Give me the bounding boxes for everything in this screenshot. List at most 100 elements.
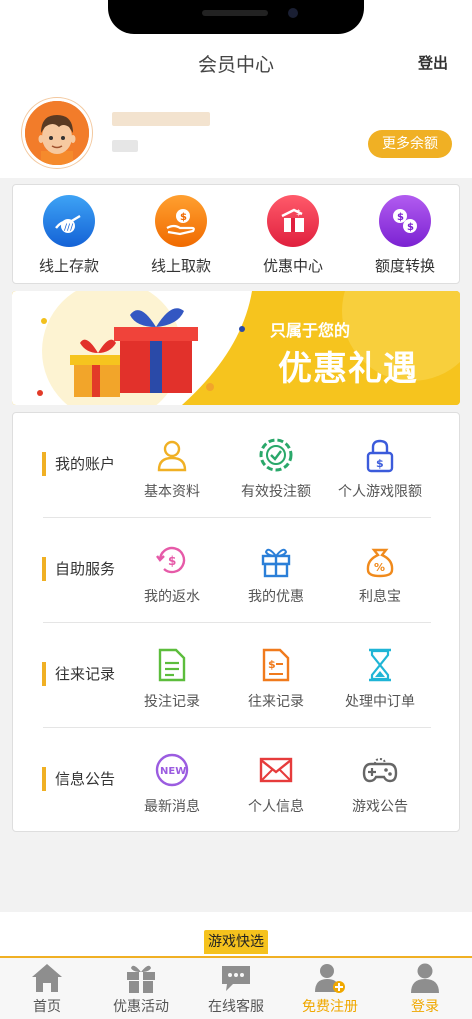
promotion-ticket-icon: $ [267,195,319,247]
new-badge-icon: NEW [152,750,192,790]
section-title: 我的账户 [55,455,116,473]
withdraw-button[interactable]: $ 线上取款 [125,195,237,276]
svg-text:$: $ [268,658,276,671]
promo-center-button[interactable]: $ 优惠中心 [237,195,349,276]
section-title: 往来记录 [55,665,116,683]
tab-label: 首页 [33,999,61,1015]
camera-dot [288,8,298,18]
user-icon [152,435,192,475]
deposit-button[interactable]: /// 线上存款 [13,195,125,276]
section-records: 往来记录 投注记录 $ 往来记录 处理中订单 [13,623,461,727]
menu-item-label: 我的返水 [144,589,200,605]
section-self-service: 自助服务 $ 我的返水 我的优惠 % 利息宝 [13,518,461,622]
svg-text:$: $ [407,222,414,233]
menu-item-label: 处理中订单 [345,694,415,710]
bottom-tab-bar: 首页 优惠活动 在线客服 免费注册 登录 [0,958,472,1019]
user-icon [407,960,443,994]
page-header: 会员中心 登出 [0,36,472,88]
member-menu-card: 我的账户 基本资料 有效投注额 $ 个人游戏限额 自助服务 $ 我的返水 我的优… [12,412,460,832]
menu-item-label: 投注记录 [144,694,200,710]
tab-login[interactable]: 登录 [378,960,472,1016]
menu-item-label: 基本资料 [144,484,200,500]
tab-customer-service[interactable]: 在线客服 [189,960,283,1016]
menu-item-basic-info[interactable]: 基本资料 [117,435,227,501]
transfer-label: 额度转换 [374,257,435,275]
section-announcements: 信息公告 NEW 最新消息 个人信息 游戏公告 [13,728,461,832]
tab-label: 免费注册 [302,999,358,1015]
device-notch [108,0,364,34]
logout-button[interactable]: 登出 [418,52,448,73]
gift-icon [123,960,159,994]
more-balance-button[interactable]: 更多余额 [368,130,452,158]
promo-center-label: 优惠中心 [262,257,323,275]
tab-promotions[interactable]: 优惠活动 [94,960,188,1016]
gift-icon [256,540,296,580]
gamepad-icon [360,750,400,790]
menu-item-label: 个人游戏限额 [338,484,422,500]
balance-redacted [112,140,138,152]
deposit-label: 线上存款 [38,257,99,275]
menu-item-latest-news[interactable]: NEW 最新消息 [117,750,227,816]
menu-item-pending-orders[interactable]: 处理中订单 [325,645,435,711]
section-marker [42,662,46,686]
menu-item-label: 利息宝 [359,589,401,605]
lock-icon: $ [360,435,400,475]
tab-register[interactable]: 免费注册 [283,960,377,1016]
banner-subtitle: 只属于您的 [270,321,351,340]
status-bar [0,0,472,36]
svg-text:$: $ [296,208,301,217]
menu-item-rebate[interactable]: $ 我的返水 [117,540,227,606]
section-title: 自助服务 [55,560,116,578]
svg-text:$: $ [168,554,176,568]
rebate-icon: $ [152,540,192,580]
add-user-icon [312,960,348,994]
quick-actions-card: /// 线上存款 $ 线上取款 $ 优惠中心 $ $ 额度转换 [12,184,460,284]
menu-item-valid-bets[interactable]: 有效投注额 [221,435,331,501]
menu-item-bet-records[interactable]: 投注记录 [117,645,227,711]
menu-item-label: 我的优惠 [248,589,304,605]
tab-label: 登录 [411,999,439,1015]
section-my-account: 我的账户 基本资料 有效投注额 $ 个人游戏限额 [13,413,461,517]
menu-item-game-notices[interactable]: 游戏公告 [325,750,435,816]
tab-home[interactable]: 首页 [0,960,94,1016]
bet-record-icon [152,645,192,685]
menu-item-interest[interactable]: % 利息宝 [325,540,435,606]
svg-text:%: % [374,561,385,574]
home-icon [29,960,65,994]
menu-item-label: 有效投注额 [241,484,311,500]
svg-text:NEW: NEW [160,766,186,777]
promo-banner[interactable]: 只属于您的 优惠礼遇 [12,291,460,405]
mail-icon [256,750,296,790]
svg-text:$: $ [376,457,384,470]
page-title: 会员中心 [197,54,274,76]
money-bag-icon: % [360,540,400,580]
speaker-grille [202,10,268,16]
menu-item-personal-messages[interactable]: 个人信息 [221,750,331,816]
game-quick-select-button[interactable]: 游戏快选 [204,930,268,954]
menu-item-label: 游戏公告 [352,799,408,815]
svg-text:$: $ [180,212,187,223]
menu-item-game-limit[interactable]: $ 个人游戏限额 [325,435,435,501]
tab-label: 优惠活动 [113,999,169,1015]
svg-text:///: /// [64,223,74,233]
section-marker [42,452,46,476]
hourglass-icon [360,645,400,685]
section-marker [42,767,46,791]
avatar[interactable] [22,98,92,168]
banner-title: 优惠礼遇 [278,349,418,389]
tab-label: 在线客服 [208,999,264,1015]
transfer-coins-icon: $ $ [379,195,431,247]
menu-item-label: 个人信息 [248,799,304,815]
profile-panel: 更多余额 [0,88,472,178]
deposit-card-icon: /// [43,195,95,247]
svg-text:$: $ [397,212,404,223]
menu-item-transactions[interactable]: $ 往来记录 [221,645,331,711]
chip-icon [256,435,296,475]
withdraw-coin-icon: $ [155,195,207,247]
section-title: 信息公告 [55,770,116,788]
menu-item-label: 最新消息 [144,799,200,815]
section-marker [42,557,46,581]
menu-item-my-promos[interactable]: 我的优惠 [221,540,331,606]
withdraw-label: 线上取款 [150,257,211,275]
transfer-button[interactable]: $ $ 额度转换 [349,195,461,276]
